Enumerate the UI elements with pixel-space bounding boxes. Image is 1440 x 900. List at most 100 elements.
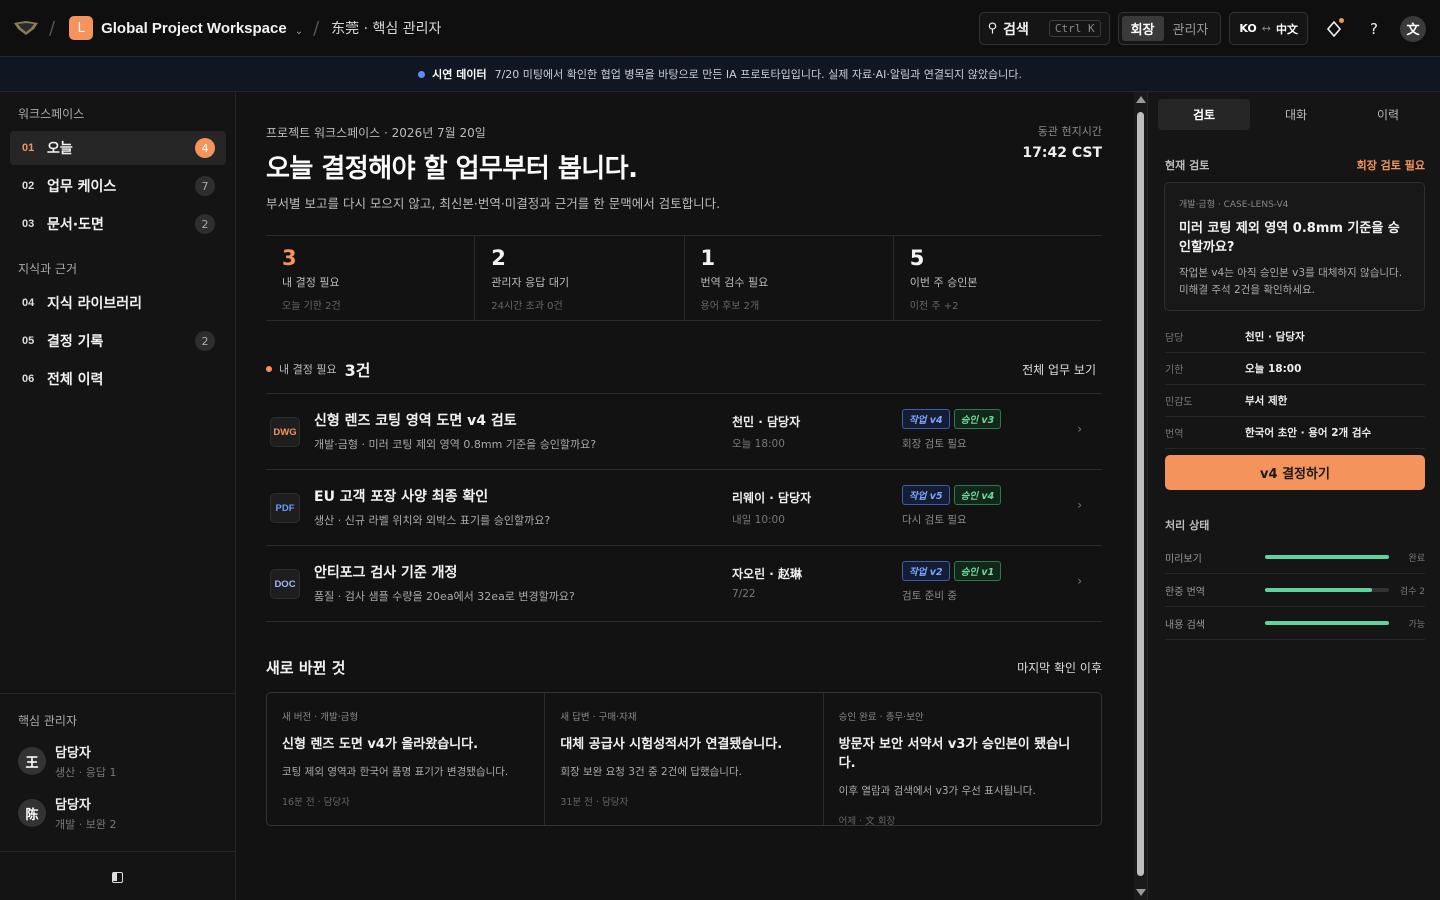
decision-desc: 개발·금형 · 미러 코팅 제외 영역 0.8mm 기준을 승인할까요? — [314, 438, 597, 451]
notification-dot — [1339, 17, 1344, 23]
breadcrumb[interactable]: 东莞 · 핵심 관리자 — [331, 18, 441, 38]
help-button[interactable]: ? — [1360, 15, 1388, 43]
stat-value: 2 — [491, 246, 506, 270]
workspace-badge[interactable]: L — [69, 16, 94, 40]
field-value: 천민 · 담당자 — [1245, 331, 1305, 343]
decision-row[interactable]: DOC 안티포그 검사 기준 개정 품질 · 검사 샘플 수량을 20ea에서 … — [266, 546, 1102, 622]
user-avatar[interactable]: 文 — [1400, 15, 1426, 42]
doc-file-icon: DOC — [270, 569, 300, 599]
decision-due: 내일 10:00 — [732, 514, 785, 526]
approved-version-tag: 승인 v3 — [953, 409, 1002, 429]
decision-list: DWG 신형 렌즈 코팅 영역 도면 v4 검토 개발·금형 · 미러 코팅 제… — [266, 393, 1102, 622]
review-card[interactable]: 개발·금형 · CASE-LENS-V4 미러 코팅 제외 영역 0.8mm 기… — [1164, 182, 1425, 311]
field-value: 한국어 초안 · 용어 2개 검수 — [1245, 427, 1372, 439]
since-last-check-link[interactable]: 마지막 확인 이후 — [1017, 659, 1102, 676]
nav-number: 06 — [22, 373, 35, 385]
decision-title: EU 고객 포장 사양 최종 확인 — [314, 489, 489, 505]
sidebar-divider — [0, 851, 235, 852]
version-tags: 작업 v2 승인 v1 — [902, 561, 1005, 581]
progress-fill — [1265, 555, 1389, 559]
change-meta: 16분 전 · 담당자 — [282, 797, 350, 808]
notifications-button[interactable] — [1320, 15, 1348, 43]
main-scrollbar[interactable] — [1134, 92, 1147, 900]
stat-card[interactable]: 2 관리자 응답 대기 24시간 초과 0건 — [475, 236, 685, 320]
change-title: 신형 렌즈 도면 v4가 올라왔습니다. — [282, 737, 479, 752]
field-due: 기한 오늘 18:00 — [1165, 353, 1425, 385]
nav-label: 오늘 — [47, 141, 73, 157]
role-manager[interactable]: 관리자 — [1164, 16, 1218, 41]
main-content: 프로젝트 워크스페이스 · 2026년 7월 20일 오늘 결정해야 할 업무부… — [236, 92, 1134, 900]
nav-label: 전체 이력 — [47, 372, 104, 388]
person-item[interactable]: 陈 담당자 개발 · 보완 2 — [18, 794, 116, 832]
stat-value: 3 — [282, 246, 297, 270]
sidebar-item-today[interactable]: 01 오늘 4 — [10, 131, 226, 165]
tab-chat[interactable]: 대화 — [1250, 99, 1342, 130]
person-name: 담당자 — [55, 746, 91, 761]
stat-label: 관리자 응답 대기 — [491, 276, 570, 289]
tab-history[interactable]: 이력 — [1342, 99, 1434, 130]
decision-status: 회장 검토 필요 — [902, 438, 967, 450]
stat-meta: 이전 주 +2 — [909, 301, 959, 312]
swap-icon: ↔ — [1261, 22, 1271, 35]
review-panel: 검토 대화 이력 현재 검토 회장 검토 필요 개발·금형 · CASE-LEN… — [1147, 92, 1440, 900]
view-all-tasks-link[interactable]: 전체 업무 보기 — [1022, 361, 1096, 378]
page-subtitle: 부서별 보고를 다시 모으지 않고, 최신본·번역·미결정과 근거를 한 문맥에… — [266, 196, 721, 211]
review-header: 현재 검토 회장 검토 필요 — [1165, 157, 1425, 173]
app-logo-icon[interactable] — [13, 19, 39, 37]
stat-label: 내 결정 필요 — [282, 276, 340, 289]
chevron-right-icon: › — [1077, 498, 1082, 512]
process-title: 처리 상태 — [1165, 519, 1210, 532]
role-chairman[interactable]: 회장 — [1121, 16, 1164, 41]
banner-label: 시연 데이터 — [432, 68, 487, 81]
change-kind: 새 답변 · 구매·자재 — [560, 712, 637, 723]
field-owner: 담당 천민 · 담당자 — [1165, 321, 1425, 353]
change-card[interactable]: 새 버전 · 개발·금형 신형 렌즈 도면 v4가 올라왔습니다. 코팅 제외 … — [267, 693, 546, 825]
sidebar-item-documents[interactable]: 03 문서·도면 2 — [10, 207, 226, 241]
role-switcher: 회장 관리자 — [1117, 12, 1222, 45]
stat-card[interactable]: 5 이번 주 승인본 이전 주 +2 — [894, 236, 1102, 320]
nav-count-badge: 7 — [195, 176, 215, 196]
stat-card[interactable]: 3 내 결정 필요 오늘 기한 2건 — [266, 236, 476, 320]
sidebar-item-history[interactable]: 06 전체 이력 — [10, 362, 226, 396]
nav-count-badge: 2 — [195, 214, 215, 234]
sidebar-item-cases[interactable]: 02 업무 케이스 7 — [10, 169, 226, 203]
person-item[interactable]: 王 담당자 생산 · 응답 1 — [18, 742, 116, 780]
stat-label: 이번 주 승인본 — [909, 276, 978, 289]
scroll-down-icon[interactable] — [1136, 889, 1146, 896]
scroll-thumb[interactable] — [1137, 112, 1144, 876]
change-card[interactable]: 승인 완료 · 총무·보안 방문자 보안 서약서 v3가 승인본이 됐습니다. … — [824, 693, 1101, 827]
scroll-up-icon[interactable] — [1136, 96, 1146, 103]
decision-row[interactable]: PDF EU 고객 포장 사양 최종 확인 생산 · 신규 라벨 위치와 외박스… — [266, 470, 1102, 546]
change-meta: 어제 · 文 회장 — [838, 816, 896, 827]
change-title: 방문자 보안 서약서 v3가 승인본이 됐습니다. — [838, 737, 1071, 771]
sidebar-collapse-icon[interactable] — [112, 872, 123, 883]
separator: / — [313, 17, 320, 39]
review-label: 현재 검토 — [1165, 159, 1210, 172]
process-key: 한중 번역 — [1165, 586, 1205, 598]
stat-meta: 용어 후보 2개 — [700, 301, 760, 312]
diamond-icon — [1327, 20, 1341, 37]
version-tags: 작업 v5 승인 v4 — [902, 485, 1005, 505]
sidebar-divider — [0, 693, 235, 694]
process-status: 가능 — [1408, 619, 1425, 630]
decide-v4-button[interactable]: v4 결정하기 — [1165, 455, 1425, 490]
change-card[interactable]: 새 답변 · 구매·자재 대체 공급사 시험성적서가 연결됐습니다. 회장 보완… — [545, 693, 824, 825]
decision-row[interactable]: DWG 신형 렌즈 코팅 영역 도면 v4 검토 개발·금형 · 미러 코팅 제… — [266, 394, 1102, 470]
search-button[interactable]: ⚲ 검색 Ctrl K — [978, 12, 1110, 45]
stat-card[interactable]: 1 번역 검수 필요 용어 후보 2개 — [685, 236, 894, 320]
chevron-down-icon[interactable]: ⌄ — [295, 26, 303, 37]
working-version-tag: 작업 v5 — [902, 485, 950, 505]
language-toggle[interactable]: KO ↔ 中文 — [1229, 12, 1308, 45]
workspace-switcher[interactable]: Global Project Workspace — [101, 20, 287, 37]
nav-number: 01 — [22, 142, 35, 154]
nav-label: 지식 라이브러리 — [47, 296, 143, 312]
sidebar-item-decisions[interactable]: 05 결정 기록 2 — [10, 324, 226, 358]
process-row: 한중 번역 검수 2 — [1165, 574, 1425, 607]
nav-label: 결정 기록 — [47, 334, 104, 350]
tab-review[interactable]: 검토 — [1158, 99, 1250, 130]
search-label: 검색 — [1003, 21, 1029, 38]
field-key: 기한 — [1165, 365, 1184, 376]
change-kind: 새 버전 · 개발·금형 — [282, 712, 359, 723]
sidebar-item-library[interactable]: 04 지식 라이브러리 — [10, 286, 226, 320]
decision-due: 7/22 — [732, 588, 756, 600]
